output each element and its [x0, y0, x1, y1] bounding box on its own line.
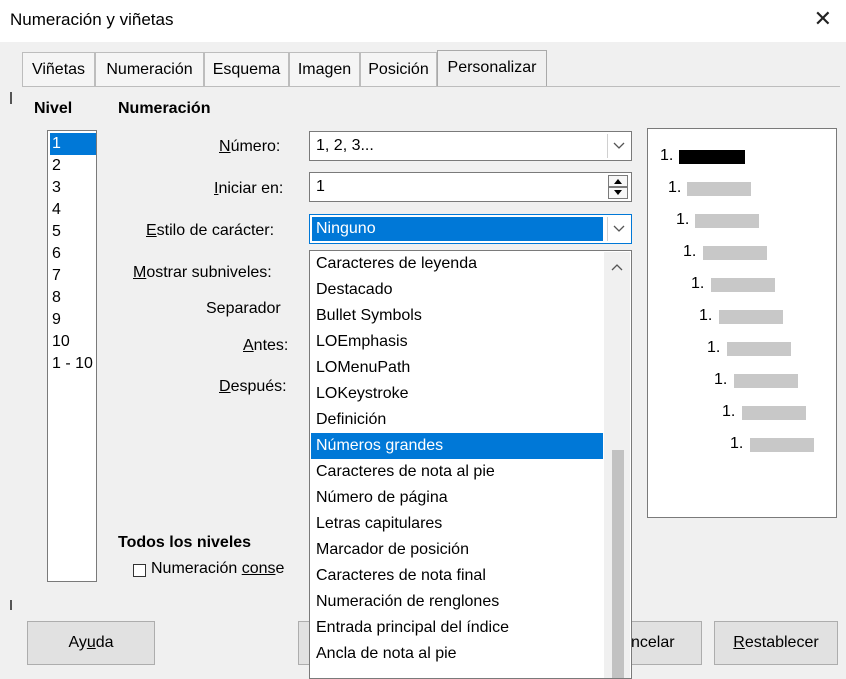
preview-number: 1. — [699, 307, 713, 324]
levels-list[interactable]: 1 2 3 4 5 6 7 8 9 10 1 - 10 — [47, 130, 97, 582]
estilo-label: Estilo de carácter: — [146, 222, 275, 239]
dropdown-item[interactable]: Caracteres de nota final — [311, 563, 603, 589]
preview-number: 1. — [691, 275, 705, 292]
all-levels-header: Todos los niveles — [118, 534, 252, 551]
numbering-header: Numeración — [118, 100, 211, 117]
preview-bar — [711, 278, 775, 292]
tab-imagen[interactable]: Imagen — [289, 52, 360, 86]
preview-bar — [734, 374, 798, 388]
numbering-preview: 1. 1. 1. 1. 1. 1. 1. 1. 1. 1. — [647, 128, 837, 518]
tab-personalizar[interactable]: Personalizar — [437, 50, 547, 86]
dropdown-item[interactable]: LOKeystroke — [311, 381, 603, 407]
dropdown-item[interactable]: Caracteres de nota al pie — [311, 459, 603, 485]
dropdown-item[interactable]: Letras capitulares — [311, 511, 603, 537]
level-item[interactable]: 5 — [50, 221, 96, 243]
dropdown-item[interactable]: Destacado — [311, 277, 603, 303]
dropdown-item[interactable]: LOMenuPath — [311, 355, 603, 381]
preview-bar — [750, 438, 814, 452]
help-button[interactable]: Ayuda — [27, 621, 155, 665]
tab-vinetas[interactable]: Viñetas — [22, 52, 95, 86]
preview-number: 1. — [683, 243, 697, 260]
dropdown-item[interactable]: Definición — [311, 407, 603, 433]
despues-label: Después: — [219, 378, 287, 395]
subniveles-label: Mostrar subniveles: — [133, 264, 272, 281]
preview-number: 1. — [668, 179, 682, 196]
iniciar-value: 1 — [316, 178, 325, 195]
chevron-up-icon[interactable] — [611, 258, 623, 276]
dropdown-item[interactable]: LOEmphasis — [311, 329, 603, 355]
preview-bar — [695, 214, 759, 228]
spin-up-icon[interactable] — [608, 175, 628, 187]
dropdown-item-highlighted[interactable]: Números grandes — [311, 433, 603, 459]
character-style-dropdown[interactable]: Caracteres de leyenda Destacado Bullet S… — [309, 250, 632, 679]
level-item[interactable]: 8 — [50, 287, 96, 309]
numero-value: 1, 2, 3... — [316, 137, 374, 154]
level-item[interactable]: 6 — [50, 243, 96, 265]
level-item[interactable]: 9 — [50, 309, 96, 331]
separador-label: Separador — [206, 300, 281, 317]
close-icon[interactable]: ✕ — [814, 6, 832, 32]
level-item[interactable]: 2 — [50, 155, 96, 177]
window-title: Numeración y viñetas — [10, 10, 174, 29]
dropdown-scrollbar[interactable] — [604, 252, 630, 678]
preview-bar — [727, 342, 791, 356]
consecutive-numbering-label: Numeración conse — [151, 560, 285, 577]
level-item[interactable]: 4 — [50, 199, 96, 221]
scrollbar-thumb[interactable] — [612, 450, 624, 678]
tab-posicion[interactable]: Posición — [360, 52, 437, 86]
levels-header: Nivel — [34, 100, 73, 117]
antes-label: Antes: — [243, 337, 289, 354]
left-edge-mark — [10, 92, 12, 104]
dropdown-item[interactable]: Número de página — [311, 485, 603, 511]
consecutive-numbering-checkbox[interactable] — [133, 564, 146, 577]
preview-bar — [742, 406, 806, 420]
preview-number: 1. — [660, 147, 674, 164]
preview-number: 1. — [707, 339, 721, 356]
preview-bar — [719, 310, 783, 324]
preview-number: 1. — [722, 403, 736, 420]
cancel-button[interactable]: ncelar — [620, 621, 702, 665]
title-bar: Numeración y viñetas ✕ — [0, 0, 846, 42]
preview-number: 1. — [676, 211, 690, 228]
preview-bar — [679, 150, 745, 164]
reset-button[interactable]: Restablecer — [714, 621, 838, 665]
estilo-select[interactable]: Ninguno — [309, 214, 632, 244]
preview-number: 1. — [730, 435, 744, 452]
numero-select[interactable]: 1, 2, 3... — [309, 131, 632, 161]
left-edge-mark — [10, 600, 12, 610]
preview-bar — [687, 182, 751, 196]
dropdown-item[interactable]: Caracteres de leyenda — [311, 251, 603, 277]
estilo-value: Ninguno — [316, 220, 376, 237]
dropdown-item[interactable]: Numeración de renglones — [311, 589, 603, 615]
dropdown-item[interactable]: Bullet Symbols — [311, 303, 603, 329]
level-item[interactable]: 7 — [50, 265, 96, 287]
level-item[interactable]: 3 — [50, 177, 96, 199]
iniciar-label: Iniciar en: — [214, 180, 284, 197]
tab-numeracion[interactable]: Numeración — [95, 52, 204, 86]
chevron-down-icon[interactable] — [607, 134, 629, 158]
level-item[interactable]: 1 - 10 — [50, 353, 96, 375]
chevron-down-icon[interactable] — [607, 217, 629, 241]
preview-number: 1. — [714, 371, 728, 388]
preview-bar — [703, 246, 767, 260]
tab-esquema[interactable]: Esquema — [204, 52, 289, 86]
level-item[interactable]: 1 — [50, 133, 96, 155]
spin-down-icon[interactable] — [608, 187, 628, 199]
tab-panel-border — [22, 86, 840, 87]
level-item[interactable]: 10 — [50, 331, 96, 353]
iniciar-spinbox[interactable]: 1 — [309, 172, 632, 202]
dropdown-item[interactable]: Ancla de nota al pie — [311, 641, 603, 667]
dropdown-item[interactable]: Entrada principal del índice — [311, 615, 603, 641]
dropdown-item[interactable]: Marcador de posición — [311, 537, 603, 563]
numero-label: Número: — [219, 138, 281, 155]
